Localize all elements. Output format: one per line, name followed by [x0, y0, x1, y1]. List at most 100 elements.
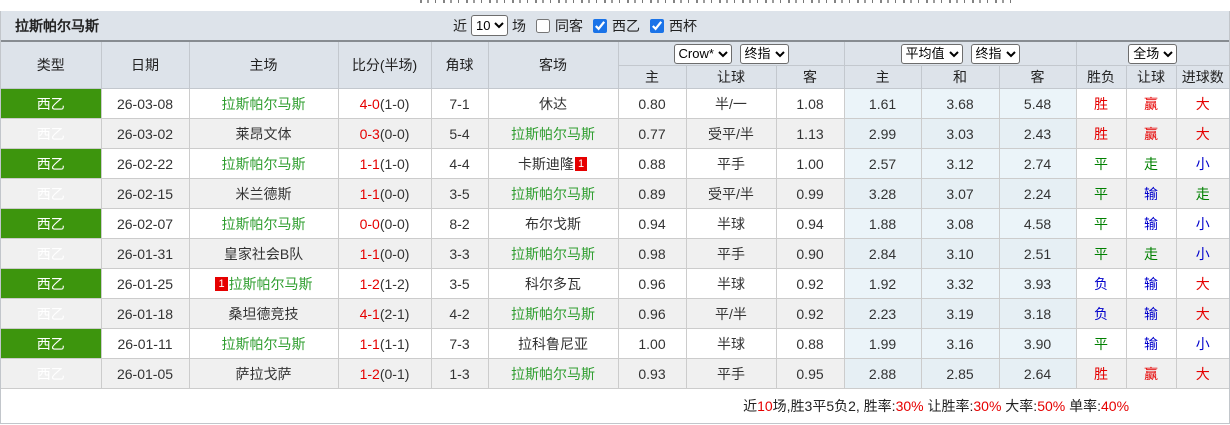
unit-label: 场	[512, 17, 526, 34]
home-team-cell: 拉斯帕尔马斯	[189, 328, 339, 359]
odds-group-header: Crow* 终指	[618, 40, 845, 66]
scope-select[interactable]: 全场	[1128, 43, 1178, 64]
result-cell: 胜	[1076, 88, 1127, 119]
home-team-name: 拉斯帕尔马斯	[221, 95, 306, 112]
result-cell: 负	[1076, 268, 1127, 299]
sub-col-header: 客	[776, 65, 845, 89]
home-team-name: 拉斯帕尔马斯	[221, 335, 306, 352]
away-team-name: 拉斯帕尔马斯	[511, 185, 595, 202]
fulltime-score: 1-1	[359, 185, 380, 202]
handicap-result-cell: 走	[1126, 238, 1177, 269]
col-header-score: 比分(半场)	[338, 40, 432, 89]
fulltime-score: 1-1	[359, 335, 380, 352]
home-odds-cell: 0.88	[618, 148, 687, 179]
away-team-cell: 休达	[488, 88, 619, 119]
away-odds-cell: 0.92	[776, 268, 845, 299]
away-team-cell: 拉斯帕尔马斯	[488, 238, 619, 269]
result-cell: 胜	[1076, 358, 1127, 389]
title-bar: 拉斯帕尔马斯 近 10 场 同客 西乙 西杯	[1, 11, 1229, 40]
score-cell: 1-1(0-0)	[338, 238, 432, 269]
score-cell: 1-1(0-0)	[338, 178, 432, 209]
away-odds-cell: 0.99	[776, 178, 845, 209]
date-cell: 26-02-07	[101, 208, 190, 239]
date-cell: 26-02-15	[101, 178, 190, 209]
sub-col-header: 胜负	[1076, 65, 1127, 89]
corner-cell: 3-5	[431, 178, 489, 209]
cup-checkbox[interactable]	[650, 18, 664, 33]
fulltime-score: 4-1	[359, 305, 380, 322]
avg-select[interactable]: 平均值	[900, 43, 963, 64]
league-type-cell: 西乙	[1, 328, 102, 359]
result-cell: 平	[1076, 178, 1127, 209]
avg-home-cell: 2.88	[844, 358, 922, 389]
score-cell: 4-1(2-1)	[338, 298, 432, 329]
match-count-select[interactable]: 10	[471, 15, 508, 36]
match-row: 西乙 26-03-08 拉斯帕尔马斯 4-0(1-0) 7-1 休达 0.80 半/一 1.08…	[1, 88, 1230, 119]
summary-segment: 大率:	[1001, 398, 1038, 414]
match-row: 西乙 26-01-11 拉斯帕尔马斯 1-1(1-1) 7-3 拉科鲁尼亚 1.00 半球 0.…	[1, 328, 1230, 359]
league-type-cell: 西乙	[1, 208, 102, 239]
score-cell: 1-2(0-1)	[338, 358, 432, 389]
corner-cell: 3-5	[431, 268, 489, 299]
away-team-name: 拉斯帕尔马斯	[511, 365, 595, 382]
odds-company-select[interactable]: Crow*	[673, 43, 732, 64]
league-type-cell: 西乙	[1, 148, 102, 179]
summary-segment: 10	[757, 398, 773, 414]
fulltime-score: 1-1	[359, 155, 380, 172]
date-cell: 26-01-25	[101, 268, 190, 299]
score-cell: 0-0(0-0)	[338, 208, 432, 239]
handicap-cell: 半球	[686, 328, 777, 359]
summary-segment: 近	[743, 398, 758, 414]
summary-segment: 让胜率:	[923, 398, 974, 414]
sub-col-header: 主	[618, 65, 687, 89]
halftime-score: (0-0)	[379, 245, 410, 262]
match-tbody: 西乙 26-03-08 拉斯帕尔马斯 4-0(1-0) 7-1 休达 0.80 半/一 1.08…	[1, 88, 1230, 389]
league-type-cell: 西乙	[1, 268, 102, 299]
date-cell: 26-02-22	[101, 148, 190, 179]
handicap-result-cell: 输	[1126, 268, 1177, 299]
home-team-cell: 莱昂文体	[189, 118, 339, 149]
avg-home-cell: 3.28	[844, 178, 922, 209]
home-team-cell: 1 拉斯帕尔马斯	[189, 268, 339, 299]
halftime-score: (0-0)	[379, 185, 410, 202]
away-odds-cell: 0.92	[776, 298, 845, 329]
halftime-score: (0-0)	[379, 125, 410, 142]
avg-home-cell: 1.99	[844, 328, 922, 359]
odds-final-select[interactable]: 终指	[739, 43, 789, 64]
corner-cell: 4-2	[431, 298, 489, 329]
red-card-badge: 1	[215, 276, 228, 291]
halftime-score: (1-1)	[379, 335, 410, 352]
team-history-panel: 拉斯帕尔马斯 近 10 场 同客 西乙 西杯 类型 日期 主场 比分(半场) 角…	[0, 11, 1230, 424]
avg-home-cell: 1.88	[844, 208, 922, 239]
summary-segment: 单率:	[1065, 398, 1101, 414]
avg-away-cell: 3.18	[999, 298, 1077, 329]
match-row: 西乙 26-01-31 皇家社会B队 1-1(0-0) 3-3 拉斯帕尔马斯 0.98 平手 0…	[1, 238, 1230, 269]
league-checkbox[interactable]	[593, 18, 607, 33]
handicap-cell: 半/一	[686, 88, 777, 119]
halftime-score: (1-0)	[379, 155, 410, 172]
home-team-name: 莱昂文体	[235, 125, 292, 142]
home-team-cell: 拉斯帕尔马斯	[189, 148, 339, 179]
home-team-name: 皇家社会B队	[223, 245, 304, 262]
corner-cell: 1-3	[431, 358, 489, 389]
avg-home-cell: 2.57	[844, 148, 922, 179]
corner-cell: 3-3	[431, 238, 489, 269]
avg-final-select[interactable]: 终指	[970, 43, 1020, 64]
goals-result-cell: 走	[1176, 178, 1230, 209]
fulltime-score: 0-0	[359, 215, 380, 232]
col-header-away: 客场	[488, 40, 619, 89]
home-odds-cell: 0.98	[618, 238, 687, 269]
near-label: 近	[453, 17, 467, 34]
away-odds-cell: 0.95	[776, 358, 845, 389]
home-odds-cell: 0.77	[618, 118, 687, 149]
sub-col-header: 进球数	[1176, 65, 1230, 89]
same-away-checkbox[interactable]	[536, 18, 550, 33]
avg-draw-cell: 3.08	[921, 208, 1000, 239]
league-type-cell: 西乙	[1, 178, 102, 209]
goals-result-cell: 小	[1176, 328, 1230, 359]
handicap-result-cell: 输	[1126, 208, 1177, 239]
home-odds-cell: 0.89	[618, 178, 687, 209]
col-header-corner: 角球	[431, 40, 489, 89]
summary-segment: 30%	[973, 398, 1002, 414]
avg-away-cell: 2.64	[999, 358, 1077, 389]
